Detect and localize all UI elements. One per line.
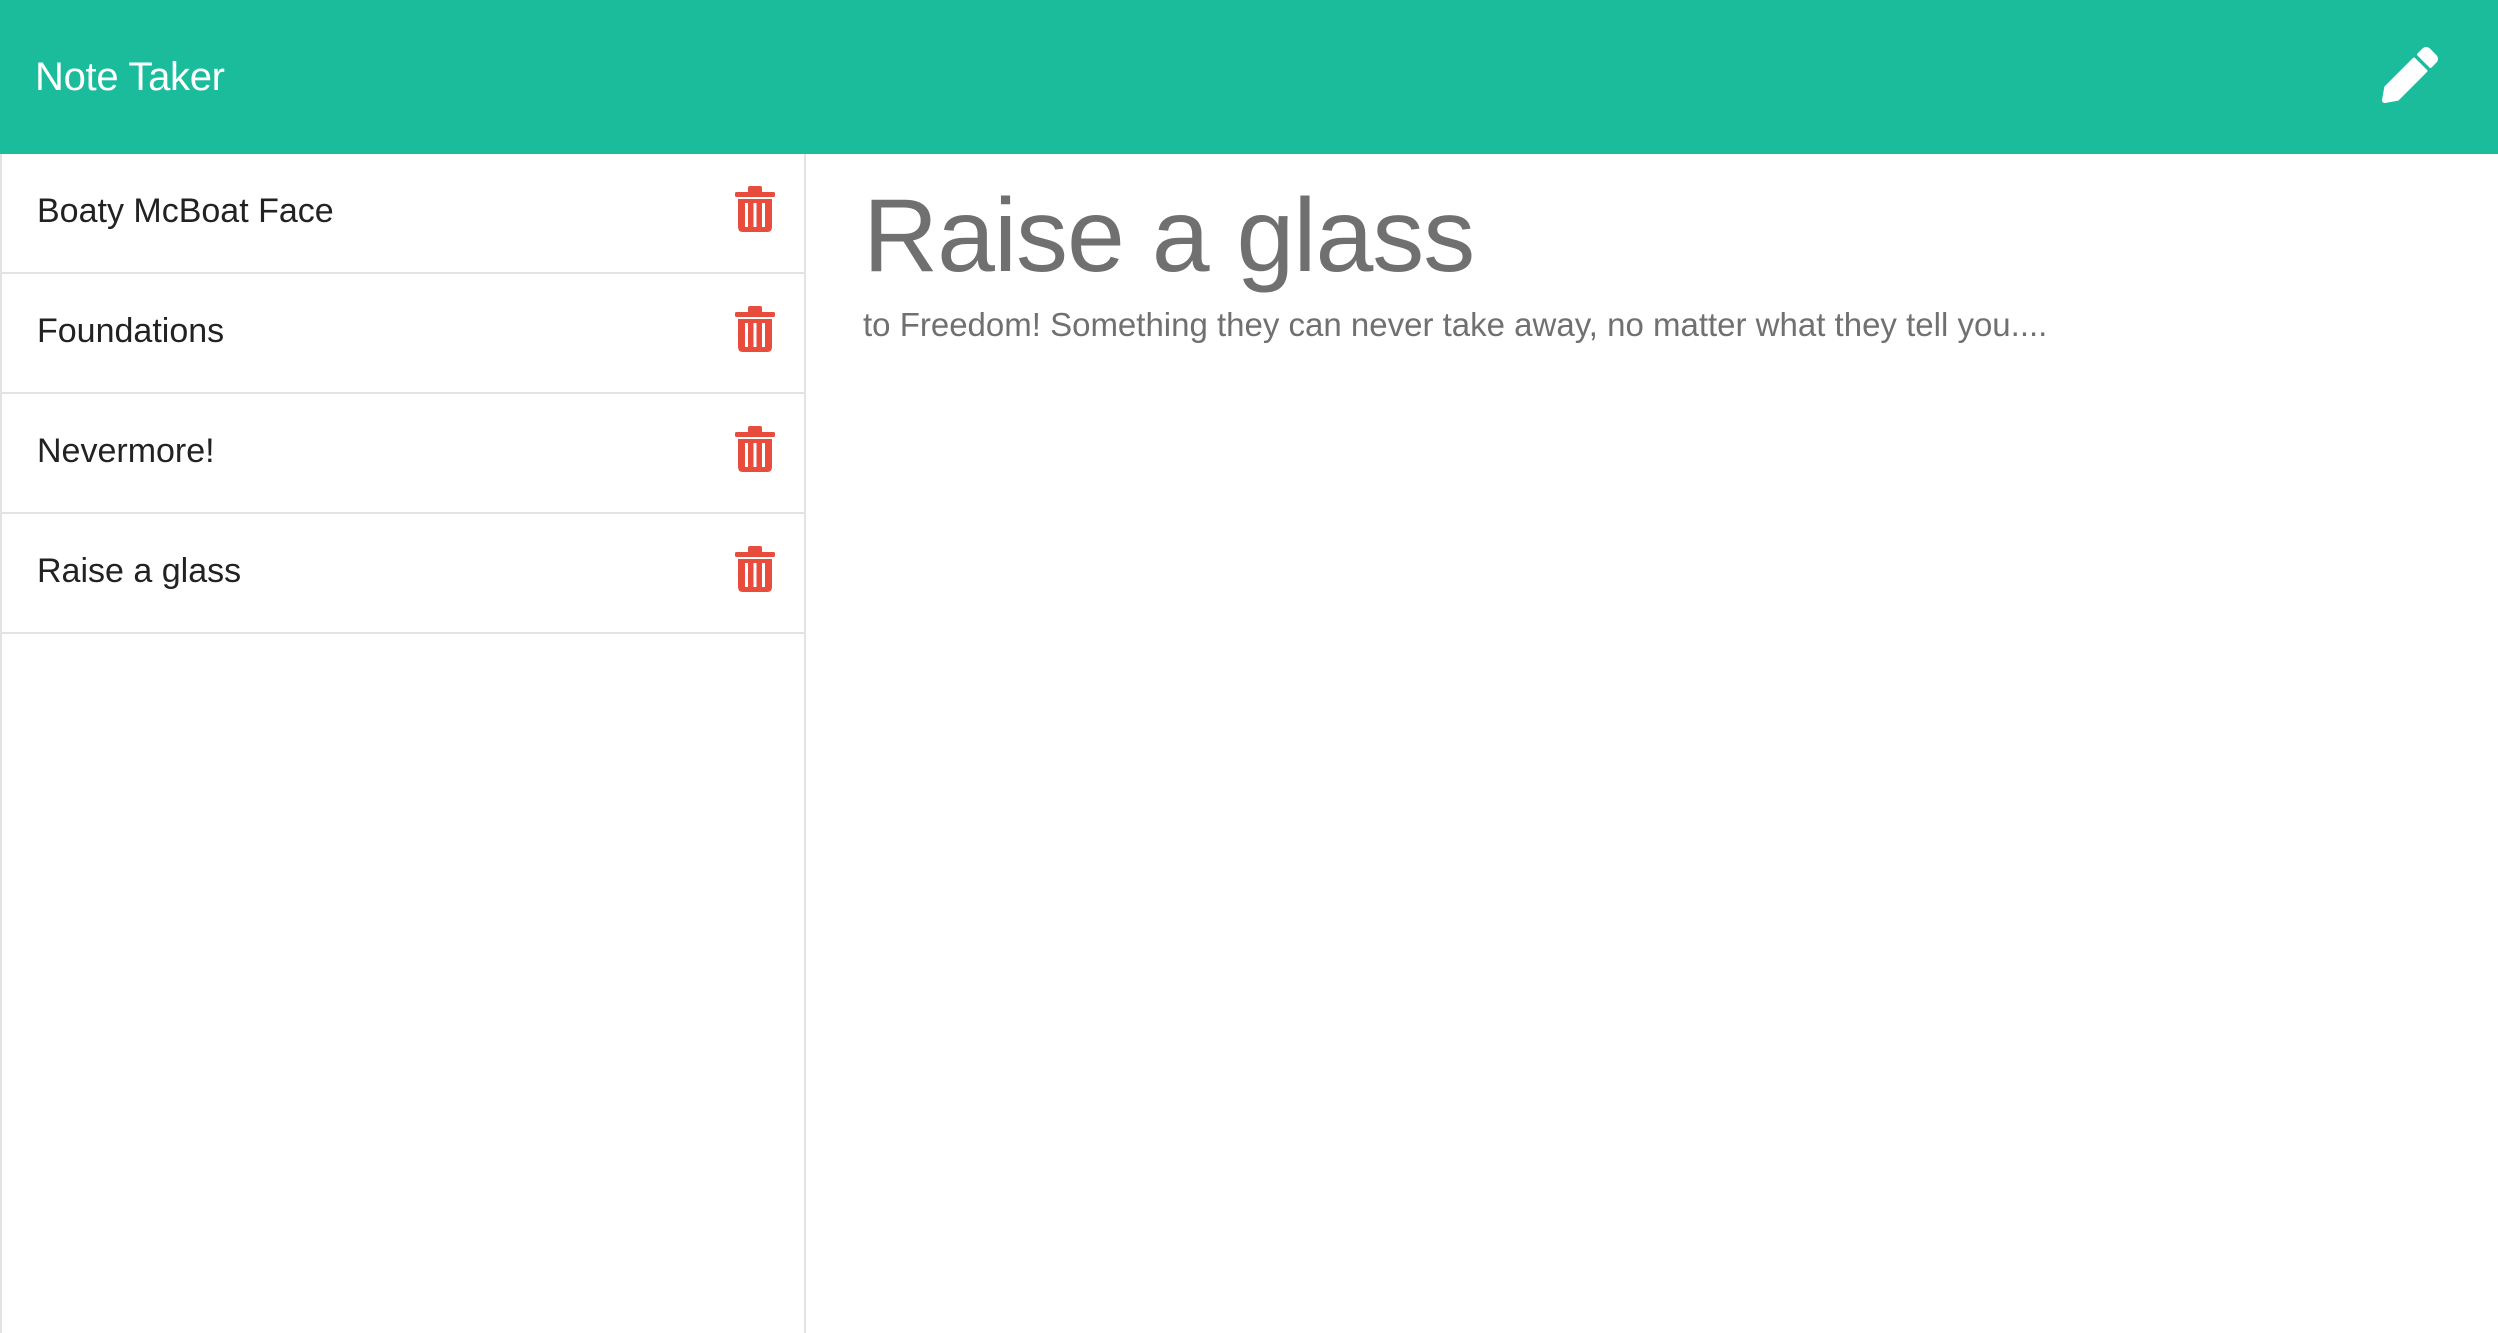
navbar: Note Taker bbox=[0, 0, 2498, 154]
trash-icon bbox=[735, 426, 775, 472]
note-list-item[interactable]: Foundations bbox=[2, 274, 804, 394]
notes-sidebar: Boaty McBoat Face Foundations Nevermore!… bbox=[0, 154, 806, 1333]
trash-icon bbox=[735, 306, 775, 352]
trash-icon bbox=[735, 546, 775, 592]
note-list-item-title[interactable]: Foundations bbox=[37, 308, 224, 354]
delete-note-button[interactable] bbox=[735, 186, 775, 232]
delete-note-button[interactable] bbox=[735, 426, 775, 472]
delete-note-button[interactable] bbox=[735, 546, 775, 592]
delete-note-button[interactable] bbox=[735, 306, 775, 352]
app-title[interactable]: Note Taker bbox=[35, 50, 225, 104]
note-list-item-title[interactable]: Nevermore! bbox=[37, 428, 215, 474]
trash-icon bbox=[735, 186, 775, 232]
note-text-area[interactable]: to Freedom! Something they can never tak… bbox=[863, 302, 2047, 348]
note-editor: Raise a glass to Freedom! Something they… bbox=[806, 154, 2498, 1333]
note-title-input[interactable]: Raise a glass bbox=[863, 172, 1475, 300]
note-list-item-title[interactable]: Boaty McBoat Face bbox=[37, 188, 334, 234]
note-list-item[interactable]: Nevermore! bbox=[2, 394, 804, 514]
note-list-item[interactable]: Raise a glass bbox=[2, 514, 804, 634]
note-list-item-title[interactable]: Raise a glass bbox=[37, 548, 241, 594]
pencil-icon bbox=[2382, 47, 2438, 103]
note-list: Boaty McBoat Face Foundations Nevermore!… bbox=[2, 154, 804, 634]
new-note-button[interactable] bbox=[2379, 44, 2441, 106]
note-list-item[interactable]: Boaty McBoat Face bbox=[2, 154, 804, 274]
